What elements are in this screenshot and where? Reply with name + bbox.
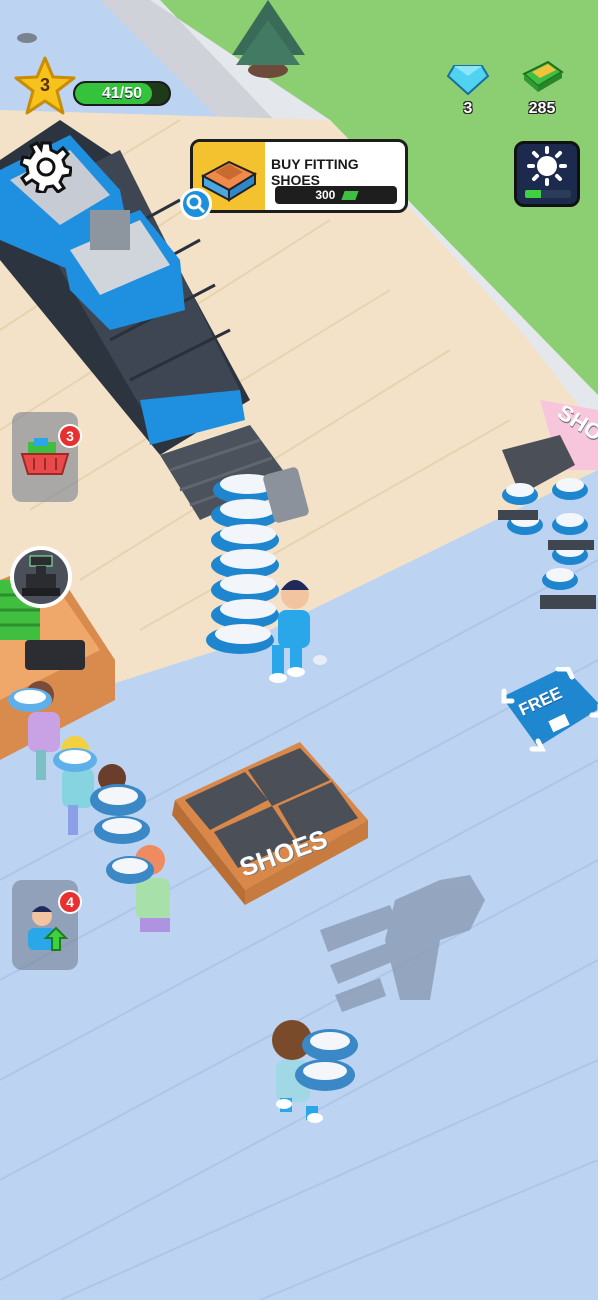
task-cost-bar: 300 (275, 186, 397, 204)
basket-upgrade-button[interactable]: 3 (12, 412, 82, 502)
task-title: BUY FITTING SHOES (271, 156, 359, 188)
basket-badge: 3 (58, 424, 82, 448)
hire-badge: 4 (58, 890, 82, 914)
hire-worker-button[interactable]: 4 (12, 880, 82, 970)
day-night-progress-fill (525, 190, 542, 198)
cash-count: 285 (528, 100, 556, 117)
cash-register-icon (22, 555, 60, 596)
cash-icon (341, 191, 359, 201)
diamond-icon (446, 65, 490, 96)
gem-count: 3 (463, 100, 473, 117)
sun-icon (527, 146, 567, 186)
gem-counter[interactable]: 3 (446, 62, 490, 120)
cash-counter[interactable]: 285 (518, 58, 566, 120)
cash-icon (522, 60, 564, 92)
free-tile-icon (501, 666, 598, 752)
task-locate-button[interactable] (180, 188, 212, 220)
magnifier-icon (186, 194, 206, 214)
day-night-indicator[interactable] (514, 141, 580, 207)
player-level-badge: 3 (14, 56, 76, 116)
cash-register-button[interactable] (10, 546, 72, 608)
xp-progress-bar: 41/50 (73, 81, 171, 106)
task-cost-value: 300 (315, 188, 336, 202)
day-night-progress (525, 190, 571, 198)
player-level-value: 3 (39, 75, 50, 95)
xp-progress-text: 41/50 (101, 85, 143, 102)
settings-button[interactable] (19, 141, 73, 195)
task-card[interactable]: BUY FITTING SHOES 300 (190, 139, 408, 213)
free-upgrade-tile[interactable] (498, 666, 598, 753)
gear-icon (19, 141, 73, 195)
